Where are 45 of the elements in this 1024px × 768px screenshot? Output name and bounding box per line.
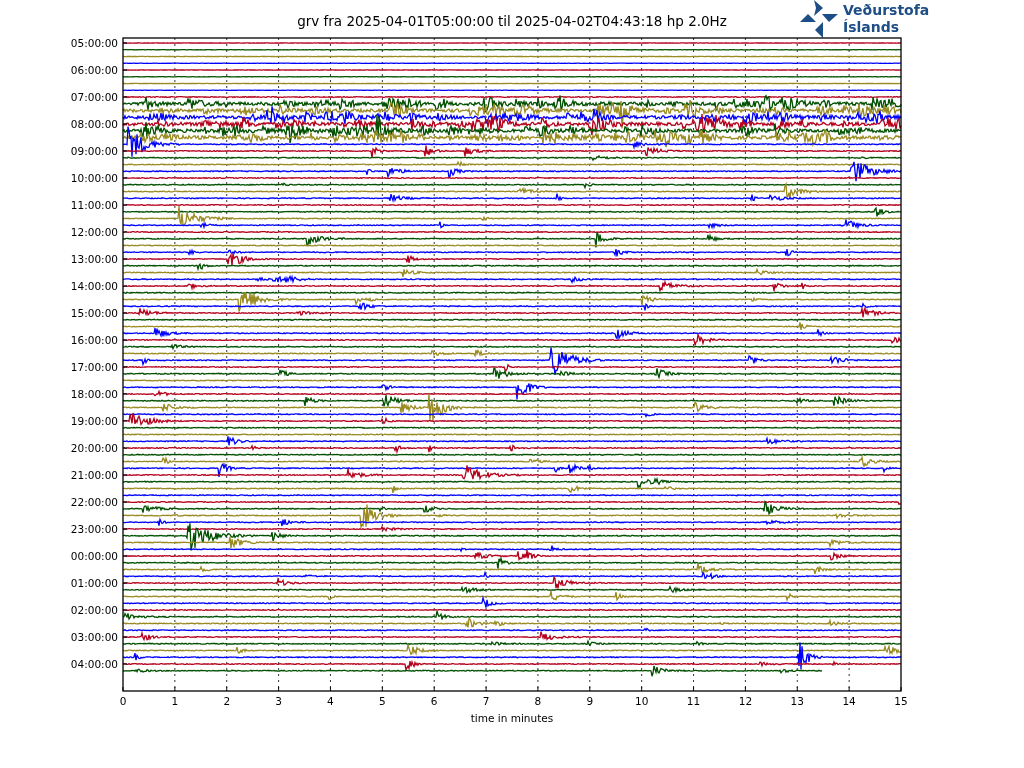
- axis-label: 02:00:00: [70, 604, 118, 616]
- axis-label: 11: [686, 695, 701, 707]
- axis-label: 23:00:00: [70, 523, 118, 535]
- axis-label: 12:00:00: [70, 226, 118, 238]
- axis-label: 6: [430, 695, 438, 707]
- logo-text: Íslands: [843, 19, 900, 35]
- axis-label: 18:00:00: [70, 388, 118, 400]
- axis-title: time in minutes: [470, 712, 554, 724]
- axis-label: 04:00:00: [70, 658, 118, 670]
- axis-label: 08:00:00: [70, 118, 118, 130]
- axis-label: 10: [635, 695, 649, 707]
- logo-text: Veðurstofa: [843, 2, 930, 18]
- axis-label: 10:00:00: [70, 172, 118, 184]
- axis-label: 15:00:00: [70, 307, 118, 319]
- axis-label: 15: [894, 695, 908, 707]
- axis-label: 9: [586, 695, 594, 707]
- axis-label: 13: [790, 695, 804, 707]
- axis-label: 12: [738, 695, 753, 707]
- axis-label: 14: [842, 695, 856, 707]
- axis-label: 22:00:00: [70, 496, 118, 508]
- axis-label: 7: [482, 695, 490, 707]
- axis-label: 01:00:00: [70, 577, 118, 589]
- axis-label: 0: [119, 695, 127, 707]
- axis-label: 03:00:00: [70, 631, 118, 643]
- axis-label: 8: [534, 695, 542, 707]
- axis-label: 20:00:00: [70, 442, 118, 454]
- chart-title: grv fra 2025-04-01T05:00:00 til 2025-04-02T04:43:18 hp 2.0Hz: [297, 13, 727, 29]
- axis-label: 00:00:00: [70, 550, 118, 562]
- axis-label: 11:00:00: [70, 199, 118, 211]
- axis-label: 2: [223, 695, 231, 707]
- axis-label: 13:00:00: [70, 253, 118, 265]
- axis-label: 09:00:00: [70, 145, 118, 157]
- axis-label: 17:00:00: [70, 361, 118, 373]
- axis-label: 3: [275, 695, 282, 707]
- axis-label: 1: [171, 695, 179, 707]
- axis-label: 5: [379, 695, 386, 707]
- axis-label: 16:00:00: [70, 334, 118, 346]
- logo-icon: [800, 0, 838, 38]
- axis-label: 4: [327, 695, 334, 707]
- axis-label: 07:00:00: [70, 91, 118, 103]
- axis-label: 06:00:00: [70, 64, 118, 76]
- axis-label: 19:00:00: [70, 415, 118, 427]
- axis-label: 21:00:00: [70, 469, 118, 481]
- axis-label: 14:00:00: [70, 280, 118, 292]
- axis-label: 05:00:00: [70, 37, 118, 49]
